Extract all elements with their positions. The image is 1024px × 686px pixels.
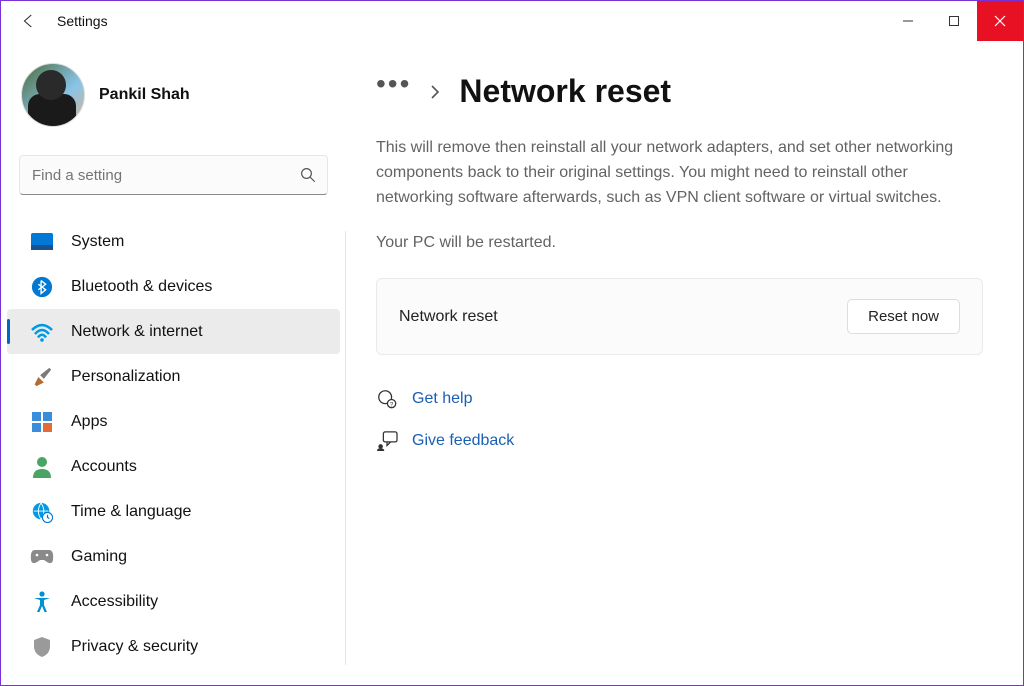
back-button[interactable] bbox=[13, 5, 45, 37]
minimize-button[interactable] bbox=[885, 1, 931, 41]
sidebar-item-personalization[interactable]: Personalization bbox=[7, 354, 340, 399]
window-title: Settings bbox=[57, 13, 108, 29]
more-icon[interactable]: ••• bbox=[376, 68, 411, 100]
search-input[interactable] bbox=[32, 167, 299, 184]
maximize-button[interactable] bbox=[931, 1, 977, 41]
nav-list: System Bluetooth & devices Network & int… bbox=[1, 217, 346, 671]
sidebar-item-system[interactable]: System bbox=[7, 219, 340, 264]
nav-label: Network & internet bbox=[71, 323, 203, 341]
sidebar-item-time-language[interactable]: Time & language bbox=[7, 489, 340, 534]
page-description: This will remove then reinstall all your… bbox=[376, 136, 983, 210]
nav-label: Gaming bbox=[71, 548, 127, 566]
nav-label: Accessibility bbox=[71, 593, 158, 611]
shield-icon bbox=[29, 634, 55, 660]
nav-label: Apps bbox=[71, 413, 107, 431]
bluetooth-icon bbox=[29, 274, 55, 300]
system-icon bbox=[29, 229, 55, 255]
paintbrush-icon bbox=[29, 364, 55, 390]
accessibility-icon bbox=[29, 589, 55, 615]
restart-note: Your PC will be restarted. bbox=[376, 234, 983, 252]
chevron-right-icon bbox=[429, 84, 441, 100]
sidebar-item-gaming[interactable]: Gaming bbox=[7, 534, 340, 579]
person-icon bbox=[29, 454, 55, 480]
sidebar-item-network[interactable]: Network & internet bbox=[7, 309, 340, 354]
search-icon bbox=[299, 166, 317, 184]
profile-name: Pankil Shah bbox=[99, 86, 190, 104]
main-content: ••• Network reset This will remove then … bbox=[346, 41, 1023, 685]
sidebar: Pankil Shah System Bluetooth & devices N… bbox=[1, 41, 346, 685]
sidebar-item-privacy[interactable]: Privacy & security bbox=[7, 624, 340, 669]
reset-now-button[interactable]: Reset now bbox=[847, 299, 960, 334]
avatar bbox=[21, 63, 85, 127]
apps-icon bbox=[29, 409, 55, 435]
wifi-icon bbox=[29, 319, 55, 345]
page-title: Network reset bbox=[459, 73, 671, 110]
get-help-link[interactable]: Get help bbox=[412, 390, 472, 408]
help-section: ? Get help Give feedback bbox=[376, 385, 983, 455]
sidebar-item-accessibility[interactable]: Accessibility bbox=[7, 579, 340, 624]
svg-text:?: ? bbox=[390, 402, 394, 409]
nav-label: Personalization bbox=[71, 368, 180, 386]
nav-label: Privacy & security bbox=[71, 638, 198, 656]
title-bar: Settings bbox=[1, 1, 1023, 41]
profile-row[interactable]: Pankil Shah bbox=[1, 53, 346, 145]
feedback-icon bbox=[376, 430, 398, 452]
feedback-row[interactable]: Give feedback bbox=[376, 427, 983, 455]
help-icon: ? bbox=[376, 388, 398, 410]
gamepad-icon bbox=[29, 544, 55, 570]
sidebar-item-apps[interactable]: Apps bbox=[7, 399, 340, 444]
card-label: Network reset bbox=[399, 308, 847, 326]
nav-label: Time & language bbox=[71, 503, 191, 521]
get-help-row[interactable]: ? Get help bbox=[376, 385, 983, 413]
network-reset-card: Network reset Reset now bbox=[376, 278, 983, 355]
search-box[interactable] bbox=[19, 155, 328, 195]
breadcrumb: ••• Network reset bbox=[376, 69, 983, 120]
feedback-link[interactable]: Give feedback bbox=[412, 432, 514, 450]
nav-label: Accounts bbox=[71, 458, 137, 476]
globe-clock-icon bbox=[29, 499, 55, 525]
nav-label: Bluetooth & devices bbox=[71, 278, 212, 296]
close-button[interactable] bbox=[977, 1, 1023, 41]
sidebar-item-bluetooth[interactable]: Bluetooth & devices bbox=[7, 264, 340, 309]
sidebar-item-accounts[interactable]: Accounts bbox=[7, 444, 340, 489]
nav-label: System bbox=[71, 233, 124, 251]
